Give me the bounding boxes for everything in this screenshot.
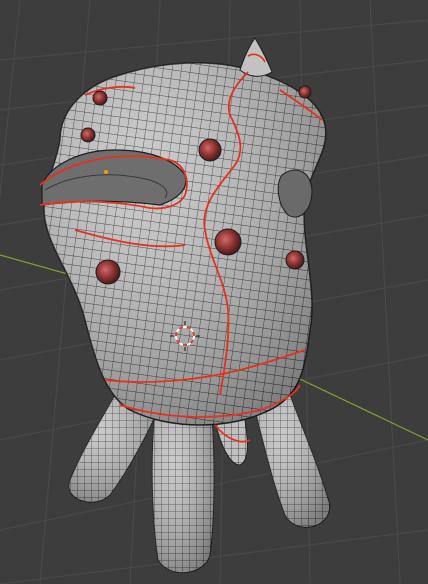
origin-marker [104,170,108,174]
nodule [198,138,222,162]
viewport-canvas[interactable] [0,0,428,584]
nodule [95,259,121,285]
nodule [298,85,312,99]
nodule [285,250,305,270]
nodule [80,127,96,143]
nodule [214,228,242,256]
horn [239,37,273,77]
creature-body [39,37,327,443]
3d-viewport[interactable] [0,0,428,584]
nodule [92,90,108,106]
